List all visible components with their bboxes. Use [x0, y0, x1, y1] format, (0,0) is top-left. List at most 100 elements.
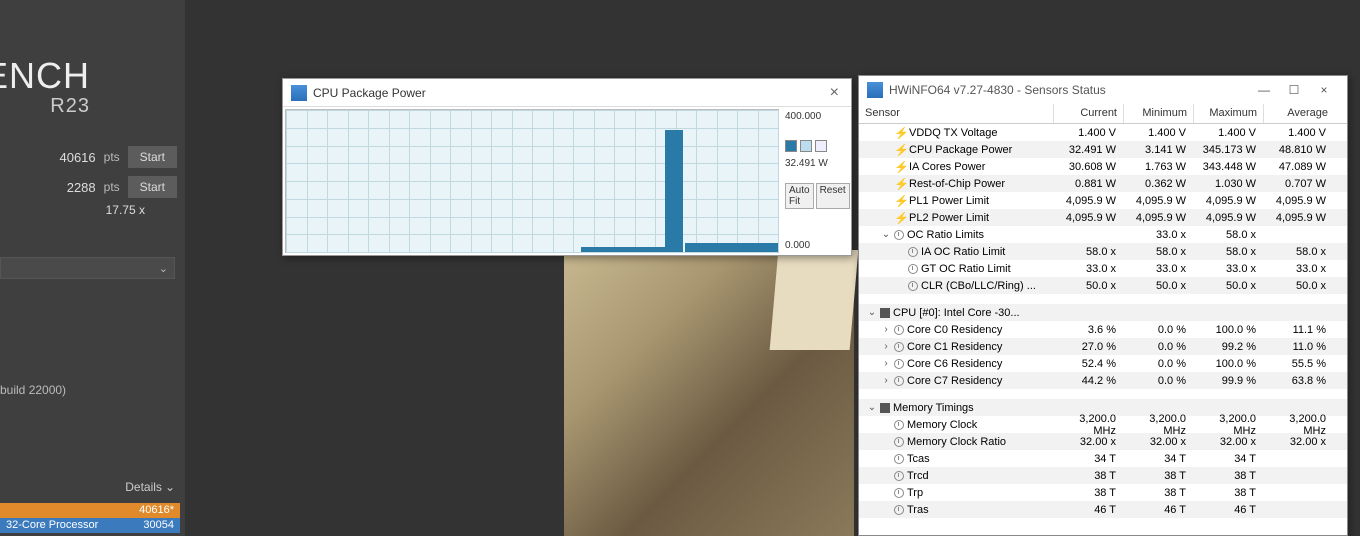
group-label: Memory Timings	[893, 402, 974, 414]
sensor-row[interactable]: ›Core C6 Residency52.4 %0.0 %100.0 %55.5…	[859, 355, 1347, 372]
val-min: 4,095.9 W	[1124, 212, 1194, 224]
close-icon[interactable]: ×	[826, 84, 843, 102]
collapse-icon[interactable]: ⌄	[881, 229, 891, 240]
sensor-row[interactable]: CLR (CBo/LLC/Ring) ...50.0 x50.0 x50.0 x…	[859, 277, 1347, 294]
clock-icon	[894, 230, 904, 240]
ranking-bar-2: 32-Core Processor30054	[0, 518, 180, 533]
hwinfo-window: HWiNFO64 v7.27-4830 - Sensors Status — ☐…	[858, 75, 1348, 536]
val-min: 33.0 x	[1124, 229, 1194, 241]
bolt-icon: ⚡	[894, 161, 906, 173]
sensor-row[interactable]: ⚡Rest-of-Chip Power0.881 W0.362 W1.030 W…	[859, 175, 1347, 192]
col-sensor[interactable]: Sensor	[859, 104, 1054, 123]
val-avg: 58.0 x	[1264, 246, 1334, 258]
val-max: 38 T	[1194, 487, 1264, 499]
pkg-title-text: CPU Package Power	[313, 86, 826, 100]
pkg-current-label: 32.491 W	[785, 158, 847, 169]
sensor-row[interactable]: ⚡VDDQ TX Voltage1.400 V1.400 V1.400 V1.4…	[859, 124, 1347, 141]
clock-icon	[894, 325, 904, 335]
single-score: 2288	[67, 180, 96, 195]
expand-icon[interactable]: ›	[881, 324, 891, 335]
col-minimum[interactable]: Minimum	[1124, 104, 1194, 123]
start-single-button[interactable]: Start	[128, 176, 177, 198]
val-current: 0.881 W	[1054, 178, 1124, 190]
sensor-row[interactable]: GT OC Ratio Limit33.0 x33.0 x33.0 x33.0 …	[859, 260, 1347, 277]
val-min: 0.0 %	[1124, 375, 1194, 387]
sensor-row[interactable]: Trp38 T38 T38 T	[859, 484, 1347, 501]
val-min: 0.0 %	[1124, 324, 1194, 336]
sensor-row[interactable]: ⚡PL1 Power Limit4,095.9 W4,095.9 W4,095.…	[859, 192, 1347, 209]
sensor-row[interactable]: ›Core C1 Residency27.0 %0.0 %99.2 %11.0 …	[859, 338, 1347, 355]
sensor-row[interactable]: IA OC Ratio Limit58.0 x58.0 x58.0 x58.0 …	[859, 243, 1347, 260]
val-avg: 0.707 W	[1264, 178, 1334, 190]
details-label: Details	[125, 480, 162, 494]
expand-icon[interactable]: ›	[881, 375, 891, 386]
val-avg: 33.0 x	[1264, 263, 1334, 275]
val-current: 4,095.9 W	[1054, 195, 1124, 207]
maximize-icon[interactable]: ☐	[1279, 83, 1309, 97]
col-maximum[interactable]: Maximum	[1194, 104, 1264, 123]
val-avg: 1.400 V	[1264, 127, 1334, 139]
legend-swatch-2[interactable]	[800, 140, 812, 152]
sensor-row[interactable]: ⚡PL2 Power Limit4,095.9 W4,095.9 W4,095.…	[859, 209, 1347, 226]
bolt-icon: ⚡	[894, 212, 906, 224]
sensor-row[interactable]: ›Core C7 Residency44.2 %0.0 %99.9 %63.8 …	[859, 372, 1347, 389]
sensor-row[interactable]: Memory Clock Ratio32.00 x32.00 x32.00 x3…	[859, 433, 1347, 450]
val-avg: 63.8 %	[1264, 375, 1334, 387]
hwinfo-title-text: HWiNFO64 v7.27-4830 - Sensors Status	[889, 83, 1249, 97]
clock-icon	[894, 420, 904, 430]
legend-swatch-3[interactable]	[815, 140, 827, 152]
col-current[interactable]: Current	[1054, 104, 1124, 123]
val-avg: 4,095.9 W	[1264, 195, 1334, 207]
autofit-button[interactable]: Auto Fit	[785, 183, 814, 209]
sensor-row[interactable]: Memory Clock3,200.0 MHz3,200.0 MHz3,200.…	[859, 416, 1347, 433]
val-min: 46 T	[1124, 504, 1194, 516]
sensor-name: OC Ratio Limits	[907, 229, 984, 241]
sensor-name: IA Cores Power	[909, 161, 985, 173]
val-max: 1.400 V	[1194, 127, 1264, 139]
os-build-label: build 22000)	[0, 383, 66, 397]
sensor-row[interactable]: ›Core C0 Residency3.6 %0.0 %100.0 %11.1 …	[859, 321, 1347, 338]
pkg-titlebar[interactable]: CPU Package Power ×	[283, 79, 851, 107]
val-min: 0.362 W	[1124, 178, 1194, 190]
val-current: 50.0 x	[1054, 280, 1124, 292]
sensor-row[interactable]: Tcas34 T34 T34 T	[859, 450, 1347, 467]
sensor-name: PL2 Power Limit	[909, 212, 989, 224]
start-multi-button[interactable]: Start	[128, 146, 177, 168]
hwinfo-header-row: Sensor Current Minimum Maximum Average	[859, 104, 1347, 124]
collapse-icon[interactable]: ⌄	[867, 307, 877, 318]
cinebench-title: ENCH	[0, 55, 90, 97]
val-current: 33.0 x	[1054, 263, 1124, 275]
multi-score: 40616	[59, 150, 95, 165]
group-cpu[interactable]: ⌄CPU [#0]: Intel Core -30...	[859, 304, 1347, 321]
val-max: 100.0 %	[1194, 358, 1264, 370]
expand-icon[interactable]: ›	[881, 341, 891, 352]
val-min: 38 T	[1124, 470, 1194, 482]
val-min: 1.763 W	[1124, 161, 1194, 173]
clock-icon	[894, 359, 904, 369]
sensor-row[interactable]: ⚡IA Cores Power30.608 W1.763 W343.448 W4…	[859, 158, 1347, 175]
collapse-icon[interactable]: ⌄	[867, 402, 877, 413]
col-average[interactable]: Average	[1264, 104, 1334, 123]
val-min: 0.0 %	[1124, 341, 1194, 353]
clock-icon	[908, 264, 918, 274]
val-min: 4,095.9 W	[1124, 195, 1194, 207]
expand-icon[interactable]: ›	[881, 358, 891, 369]
dropdown-selector[interactable]: ⌄	[0, 257, 175, 279]
close-icon[interactable]: ×	[1309, 83, 1339, 97]
sensor-name: Tcas	[907, 453, 930, 465]
val-avg: 11.1 %	[1264, 324, 1334, 336]
minimize-icon[interactable]: —	[1249, 83, 1279, 97]
val-min: 33.0 x	[1124, 263, 1194, 275]
hwinfo-titlebar[interactable]: HWiNFO64 v7.27-4830 - Sensors Status — ☐…	[859, 76, 1347, 104]
details-toggle[interactable]: Details ⌄	[125, 480, 175, 494]
val-current: 3,200.0 MHz	[1054, 413, 1124, 437]
reset-button[interactable]: Reset	[816, 183, 850, 209]
sensor-row[interactable]: ⌄OC Ratio Limits33.0 x58.0 x	[859, 226, 1347, 243]
sensor-row[interactable]: Tras46 T46 T46 T	[859, 501, 1347, 518]
sensor-row[interactable]: Trcd38 T38 T38 T	[859, 467, 1347, 484]
val-max: 32.00 x	[1194, 436, 1264, 448]
val-current: 52.4 %	[1054, 358, 1124, 370]
clock-icon	[894, 437, 904, 447]
sensor-row[interactable]: ⚡CPU Package Power32.491 W3.141 W345.173…	[859, 141, 1347, 158]
legend-swatch-1[interactable]	[785, 140, 797, 152]
